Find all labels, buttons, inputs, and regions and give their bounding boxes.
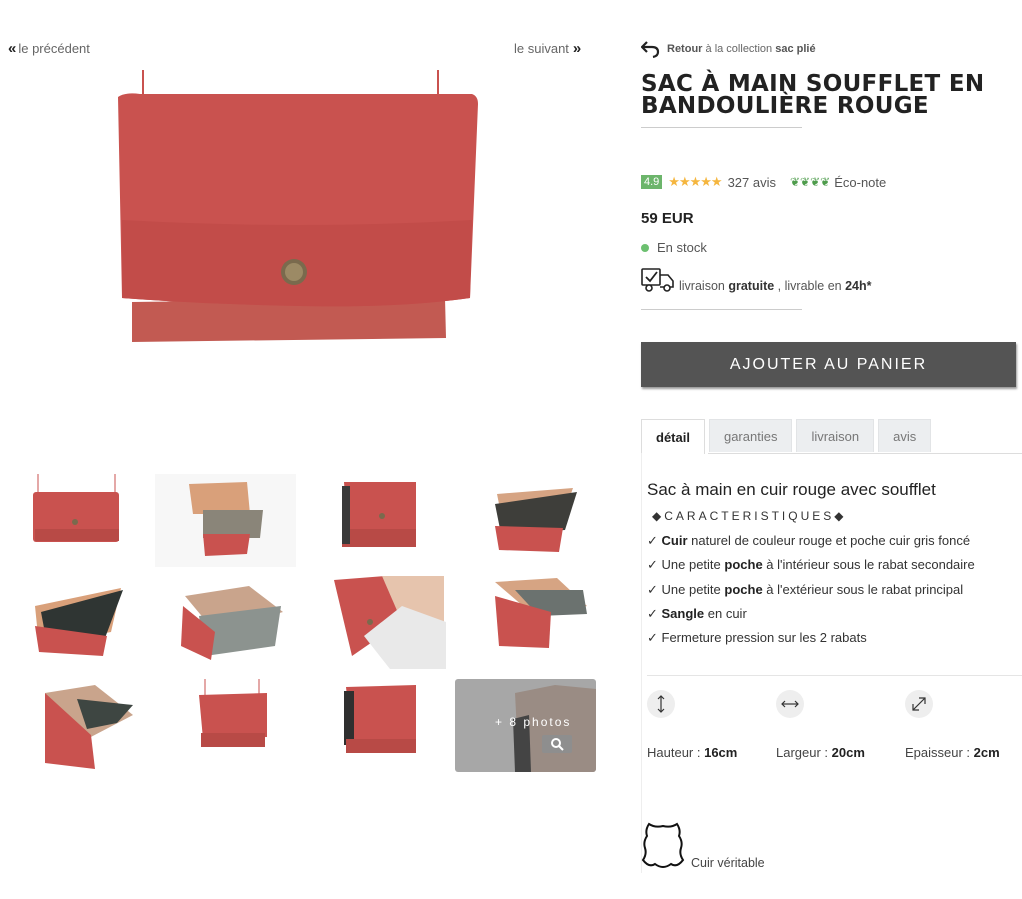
back-to-collection-link[interactable]: Retour à la collection sac plié bbox=[641, 40, 816, 58]
double-chevron-right-icon: » bbox=[572, 40, 581, 57]
eco-note-label[interactable]: Éco-note bbox=[834, 175, 886, 190]
thumbnail-2[interactable] bbox=[155, 474, 296, 567]
return-arrow-icon bbox=[641, 41, 660, 58]
tab-garanties[interactable]: garanties bbox=[708, 419, 793, 452]
feature-item: ✓ Une petite poche à l'extérieur sous le… bbox=[647, 582, 964, 597]
leather-label: Cuir véritable bbox=[691, 856, 765, 870]
delivery-free: gratuite bbox=[728, 279, 775, 293]
tab-detail[interactable]: détail bbox=[641, 419, 705, 454]
thumbnail-11[interactable] bbox=[306, 679, 447, 772]
title-divider bbox=[641, 127, 802, 128]
thumbnail-9[interactable] bbox=[25, 679, 166, 772]
back-middle-label: à la collection bbox=[705, 43, 773, 55]
delivery-truck-icon bbox=[641, 268, 674, 292]
height-dimension: Hauteur : 16cm bbox=[647, 745, 738, 760]
main-product-image[interactable] bbox=[100, 70, 495, 370]
thumbnail-5[interactable] bbox=[25, 576, 166, 669]
depth-arrow-icon bbox=[905, 690, 933, 718]
thumbnail-7[interactable] bbox=[306, 576, 447, 669]
delivery-time: 24h* bbox=[845, 279, 872, 293]
delivery-info: livraison gratuite , livrable en 24h* bbox=[641, 267, 872, 293]
product-title: SAC À MAIN SOUFFLET EN BANDOULIÈRE ROUGE bbox=[641, 71, 985, 119]
reviews-count[interactable]: 327 avis bbox=[728, 175, 776, 190]
description-heading: Sac à main en cuir rouge avec soufflet bbox=[647, 480, 936, 499]
product-tabs: détail garanties livraison avis bbox=[641, 419, 932, 454]
leather-hide-icon bbox=[641, 822, 685, 868]
panel-left-border bbox=[641, 453, 642, 873]
feature-item: ✓ Sangle en cuir bbox=[647, 606, 747, 621]
double-chevron-left-icon: « bbox=[8, 40, 16, 57]
characteristics-heading: ◆CARACTERISTIQUES◆ bbox=[652, 509, 847, 523]
depth-dimension: Epaisseur : 2cm bbox=[905, 745, 1000, 760]
thumbnail-8[interactable] bbox=[455, 576, 596, 669]
dimensions-divider bbox=[647, 675, 1022, 676]
next-link[interactable]: le suivant » bbox=[514, 40, 581, 57]
stock-status: En stock bbox=[641, 240, 707, 255]
magnifier-icon bbox=[551, 738, 564, 751]
feature-item: ✓ Fermeture pression sur les 2 rabats bbox=[647, 630, 867, 645]
leaf-icons: ❦❦❦❦ bbox=[790, 175, 831, 189]
thumbnail-6[interactable] bbox=[155, 576, 296, 669]
width-dimension: Largeur : 20cm bbox=[776, 745, 865, 760]
product-price: 59 EUR bbox=[641, 210, 694, 227]
back-collection-label: sac plié bbox=[775, 43, 816, 55]
next-label: le suivant bbox=[514, 41, 569, 56]
feature-item: ✓ Cuir naturel de couleur rouge et poche… bbox=[647, 533, 971, 548]
rating-row: 4.9 ★★★★★ 327 avis ❦❦❦❦ Éco-note bbox=[641, 174, 886, 190]
thumbnail-4[interactable] bbox=[455, 474, 596, 567]
tab-avis[interactable]: avis bbox=[878, 419, 932, 452]
delivery-divider bbox=[641, 309, 802, 310]
previous-link[interactable]: « le précédent bbox=[8, 40, 90, 57]
thumbnail-3[interactable] bbox=[306, 474, 447, 567]
thumbnail-1[interactable] bbox=[25, 474, 166, 567]
rating-badge: 4.9 bbox=[641, 175, 663, 189]
delivery-text-1: livraison bbox=[679, 279, 725, 293]
zoom-button[interactable] bbox=[542, 735, 572, 753]
height-arrow-icon bbox=[647, 690, 675, 718]
stock-dot-icon bbox=[641, 243, 649, 252]
width-arrow-icon bbox=[776, 690, 804, 718]
more-photos-label: + 8 photos bbox=[495, 715, 572, 729]
previous-label: le précédent bbox=[18, 41, 90, 56]
back-retour-label: Retour bbox=[667, 43, 703, 55]
thumbnail-10[interactable] bbox=[155, 679, 296, 772]
feature-item: ✓ Une petite poche à l'intérieur sous le… bbox=[647, 557, 975, 572]
thumbnail-more-photos[interactable]: + 8 photos bbox=[455, 679, 596, 772]
tabs-baseline bbox=[708, 453, 1022, 454]
stock-label: En stock bbox=[657, 240, 707, 255]
star-rating-icon: ★★★★★ bbox=[668, 174, 722, 189]
tab-livraison[interactable]: livraison bbox=[796, 419, 875, 452]
add-to-cart-button[interactable]: AJOUTER AU PANIER bbox=[641, 342, 1016, 387]
delivery-text-2: , livrable en bbox=[777, 279, 842, 293]
